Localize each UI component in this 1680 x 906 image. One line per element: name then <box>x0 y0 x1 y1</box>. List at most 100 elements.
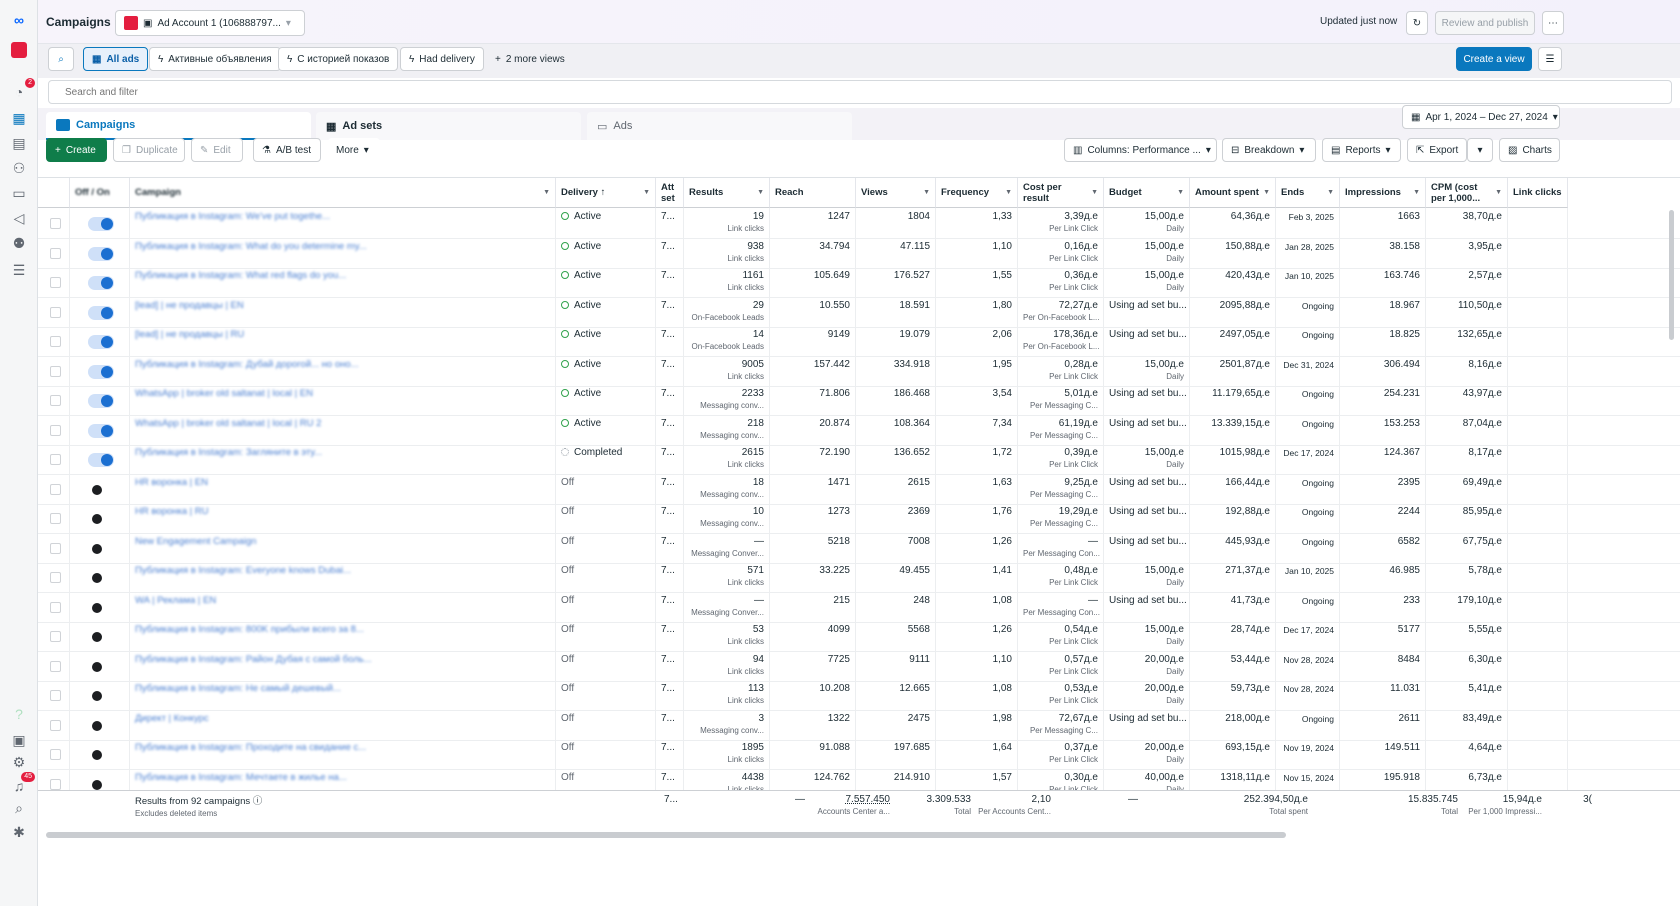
more-actions-button[interactable]: More ▾ <box>328 138 380 162</box>
campaign-name-link[interactable]: WhatsApp | broker old saltanat | local |… <box>135 418 321 429</box>
create-button[interactable]: + Create <box>46 138 107 162</box>
table-row[interactable]: HR воронка | EN Off 7... 18 Messaging conv..… <box>38 473 1680 505</box>
cell-onoff[interactable] <box>70 296 130 328</box>
cell-onoff[interactable] <box>70 709 130 741</box>
table-row[interactable]: Публикация в Instagram: Дубай дорогой...… <box>38 355 1680 387</box>
campaign-toggle[interactable] <box>88 335 114 349</box>
column-header-onoff[interactable]: Off / On <box>70 178 130 208</box>
campaign-name-link[interactable]: Публикация в Instagram: What do you dete… <box>135 241 367 252</box>
campaign-toggle[interactable] <box>88 276 114 290</box>
column-header-campaign[interactable]: Campaign ▼ <box>130 178 556 208</box>
account-selector[interactable]: ▣ Ad Account 1 (106888797... ▾ <box>115 10 305 36</box>
view-active-ads[interactable]: ϟ Активные объявления <box>149 47 281 71</box>
cell-onoff[interactable] <box>70 650 130 682</box>
more-views-button[interactable]: +2 more views <box>487 47 573 71</box>
campaign-name-link[interactable]: HR воронка | EN <box>135 477 208 488</box>
campaign-name-link[interactable]: [lead] | не продавцы | RU <box>135 329 244 340</box>
tab-ads[interactable]: ▭ Ads <box>587 112 852 140</box>
campaign-toggle[interactable] <box>88 601 114 615</box>
people-icon[interactable]: ⚉ <box>9 233 29 253</box>
view-had-delivery[interactable]: ϟ Had delivery <box>400 47 484 71</box>
cell-onoff[interactable] <box>70 208 130 239</box>
sort-caret-icon[interactable]: ▼ <box>1327 187 1334 198</box>
campaign-toggle[interactable] <box>88 364 114 379</box>
campaign-toggle[interactable] <box>88 571 114 585</box>
sort-caret-icon[interactable]: ▼ <box>1005 187 1012 198</box>
campaigns-table-icon[interactable]: ▦ <box>9 108 29 128</box>
ab-test-button[interactable]: ⚗ A/B test <box>253 138 321 162</box>
edit-button[interactable]: ✎ Edit <box>191 138 243 162</box>
table-row[interactable]: Публикация в Instagram: Район Дубая с са… <box>38 650 1680 682</box>
table-row[interactable]: Публикация в Instagram: What red flags d… <box>38 267 1680 298</box>
campaign-toggle[interactable] <box>88 394 114 408</box>
export-dropdown-button[interactable]: ▾ <box>1467 138 1493 162</box>
review-publish-button[interactable]: Review and publish <box>1435 11 1535 35</box>
table-row[interactable]: [lead] | не продавцы | EN Active 7... 29 On-… <box>38 296 1680 328</box>
column-header-frequency[interactable]: Frequency ▼ <box>936 178 1018 208</box>
view-impression-history[interactable]: ϟ С историей показов <box>278 47 399 71</box>
billing-icon[interactable]: ▭ <box>9 183 29 203</box>
campaign-name-link[interactable]: Публикация в Instagram: Дубай дорогой...… <box>135 359 359 370</box>
table-row[interactable]: [lead] | не продавцы | RU Active 7... 14 On-… <box>38 326 1680 357</box>
column-header-budget[interactable]: Budget ▼ <box>1104 178 1190 208</box>
create-view-button[interactable]: Create a view <box>1456 47 1532 71</box>
cell-onoff[interactable] <box>70 680 130 711</box>
column-header-cpr[interactable]: Cost per result ▼ <box>1018 178 1104 208</box>
settings-icon[interactable]: ⚙ <box>9 752 29 772</box>
search-input[interactable] <box>49 81 1671 103</box>
campaign-toggle[interactable] <box>88 453 114 467</box>
campaign-toggle[interactable] <box>88 483 114 497</box>
table-row[interactable]: Публикация в Instagram: Загляните в эту.… <box>38 444 1680 475</box>
cell-onoff[interactable] <box>70 267 130 298</box>
search-toggle-button[interactable]: ⌕ <box>48 47 74 71</box>
column-header-linkclicks[interactable]: Link clicks <box>1508 178 1568 208</box>
campaign-toggle[interactable] <box>88 542 114 556</box>
megaphone-icon[interactable]: ◁ <box>9 208 29 228</box>
breakdown-button[interactable]: ⊟ Breakdown ▾ <box>1222 138 1316 162</box>
sort-caret-icon[interactable]: ▼ <box>1413 187 1420 198</box>
campaign-name-link[interactable]: Публикация в Instagram: Не самый дешевый… <box>135 683 341 694</box>
sort-caret-icon[interactable]: ▼ <box>643 187 650 198</box>
refresh-button[interactable]: ↻ <box>1406 11 1428 35</box>
cell-onoff[interactable] <box>70 503 130 534</box>
campaign-toggle[interactable] <box>88 748 114 762</box>
charts-button[interactable]: ▨ Charts <box>1499 138 1560 162</box>
campaign-toggle[interactable] <box>88 630 114 644</box>
bug-report-icon[interactable]: ✱ <box>9 822 29 842</box>
table-row[interactable]: Публикация в Instagram: 800K прибыли все… <box>38 621 1680 652</box>
campaign-name-link[interactable]: Публикация в Instagram: Проходите на сви… <box>135 742 366 753</box>
campaign-toggle[interactable] <box>88 660 114 674</box>
help-icon[interactable]: ? <box>9 704 29 724</box>
sort-caret-icon[interactable]: ▼ <box>543 187 550 198</box>
table-row[interactable]: Публикация в Instagram: Не самый дешевый… <box>38 680 1680 711</box>
cell-onoff[interactable] <box>70 385 130 416</box>
column-header-att[interactable]: Att set <box>656 178 684 208</box>
tab-adsets[interactable]: ▦ Ad sets <box>316 112 581 140</box>
sort-caret-icon[interactable]: ▼ <box>1495 187 1502 198</box>
campaign-toggle[interactable] <box>88 423 114 438</box>
cell-onoff[interactable] <box>70 739 130 770</box>
account-avatar[interactable] <box>9 40 29 60</box>
cell-onoff[interactable] <box>70 237 130 269</box>
column-header-ends[interactable]: Ends ▼ <box>1276 178 1340 208</box>
search-icon[interactable]: ⌕ <box>9 798 29 818</box>
table-row[interactable]: Публикация в Instagram: Проходите на сви… <box>38 739 1680 770</box>
table-row[interactable]: Публикация в Instagram: We've put togeth… <box>38 208 1680 239</box>
date-range-picker[interactable]: ▦ Apr 1, 2024 – Dec 27, 2024 ▾ <box>1402 105 1560 129</box>
notifications-icon[interactable]: ◔ 2 <box>9 78 35 102</box>
sort-caret-icon[interactable]: ▼ <box>1177 187 1184 198</box>
column-header-reach[interactable]: Reach <box>770 178 856 208</box>
campaign-toggle[interactable] <box>88 217 114 231</box>
campaign-name-link[interactable]: Директ | Конкурс <box>135 713 209 724</box>
table-row[interactable]: Публикация в Instagram: What do you dete… <box>38 237 1680 269</box>
table-row[interactable]: WA | Реклама | EN Off 7... — Messaging Conve… <box>38 591 1680 623</box>
campaign-name-link[interactable]: Публикация в Instagram: Район Дубая с са… <box>135 654 372 665</box>
table-row[interactable]: WhatsApp | broker old saltanat | local |… <box>38 414 1680 446</box>
cell-onoff[interactable] <box>70 562 130 593</box>
table-row[interactable]: HR воронка | RU Off 7... 10 Messaging conv..… <box>38 503 1680 534</box>
meta-logo-icon[interactable]: ∞ <box>9 10 29 30</box>
cell-onoff[interactable] <box>70 326 130 357</box>
alerts-icon[interactable]: ♫ 45 <box>9 772 35 796</box>
column-header-views[interactable]: Views ▼ <box>856 178 936 208</box>
audiences-icon[interactable]: ⚇ <box>9 158 29 178</box>
